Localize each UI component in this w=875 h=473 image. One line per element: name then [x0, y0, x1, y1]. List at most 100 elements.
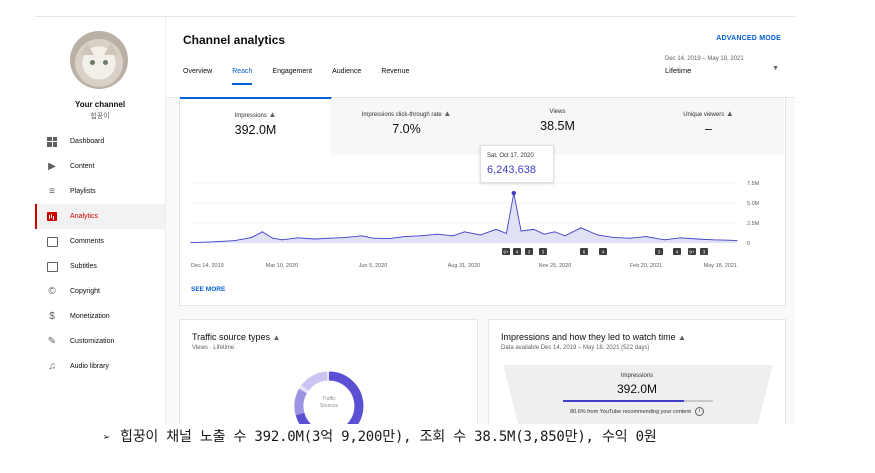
data-point — [213, 241, 215, 243]
sidebar-item-label: Playlists — [70, 188, 96, 195]
funnel-value: 392.0M — [616, 382, 658, 396]
data-point — [234, 240, 236, 242]
sidebar-item-subtitles[interactable]: Subtitles — [35, 254, 165, 279]
y-tick-label: 0 — [747, 241, 750, 247]
sidebar: Your channel 힙꿍이 Dashboard ▶ Content ≡ P… — [35, 17, 166, 424]
date-range-text[interactable]: Dec 14, 2019 – May 18, 2021 — [665, 56, 744, 62]
data-point — [388, 238, 390, 240]
y-tick-label: 2.5M — [747, 221, 760, 227]
period-selector[interactable]: Lifetime — [665, 66, 691, 75]
tooltip-value: 6,243,638 — [487, 164, 536, 176]
warning-icon: ▲ — [268, 110, 277, 119]
tab-bar: Overview Reach Engagement Audience Reven… — [183, 68, 429, 85]
sidebar-item-customization[interactable]: ✎ Customization — [35, 329, 165, 354]
data-point — [597, 234, 599, 236]
data-point — [712, 239, 714, 241]
chevron-down-icon[interactable]: ▼ — [772, 65, 779, 72]
sidebar-item-analytics[interactable]: Analytics — [35, 204, 165, 229]
x-tick-label: Mar 10, 2020 — [266, 263, 298, 269]
tab-reach[interactable]: Reach — [232, 68, 253, 85]
data-point — [479, 234, 481, 236]
data-point — [736, 240, 738, 242]
info-icon[interactable]: i — [694, 407, 704, 416]
x-tick-label: Feb 20, 2021 — [630, 263, 662, 269]
warning-icon: ▲ — [725, 109, 734, 118]
sidebar-item-copyright[interactable]: © Copyright — [35, 279, 165, 304]
main-panel: Channel analytics ADVANCED MODE Overview… — [166, 17, 795, 424]
y-tick-label: 7.5M — [747, 181, 760, 187]
sidebar-nav: Dashboard ▶ Content ≡ Playlists Analytic… — [35, 129, 165, 379]
channel-name: 힙꿍이 — [90, 113, 110, 120]
donut-label: Traffic — [322, 396, 336, 402]
donut-label: Sources — [320, 403, 339, 409]
sidebar-item-label: Comments — [70, 238, 104, 245]
traffic-source-card: Traffic source types ▲ Views · Lifetime … — [179, 319, 478, 424]
donut-slice-secondary — [294, 388, 308, 416]
tab-revenue[interactable]: Revenue — [381, 68, 409, 85]
x-tick-label: Aug 31, 2020 — [448, 263, 481, 269]
avatar-eye — [103, 60, 108, 65]
card-subtitle: Data available Dec 14, 2019 – May 18, 20… — [501, 345, 650, 351]
impressions-funnel-card: Impressions and how they led to watch ti… — [488, 319, 786, 424]
warning-icon: ▲ — [443, 109, 452, 118]
page-title: Channel analytics — [183, 33, 286, 47]
tooltip-date: Sat, Oct 17, 2020 — [487, 153, 534, 159]
metric-label: Unique viewers — [683, 112, 725, 118]
sidebar-item-content[interactable]: ▶ Content — [35, 154, 165, 179]
sidebar-item-label: Copyright — [70, 288, 100, 295]
subtitles-icon — [46, 261, 58, 273]
data-point — [345, 236, 347, 238]
data-point — [696, 238, 698, 240]
traffic-donut-chart[interactable]: Traffic Sources — [180, 320, 477, 424]
data-point — [629, 237, 631, 239]
data-point — [404, 236, 406, 238]
data-point — [361, 235, 363, 237]
sidebar-item-audio-library[interactable]: ♫ Audio library — [35, 354, 165, 379]
chart-area — [191, 193, 737, 243]
data-point — [511, 190, 516, 196]
data-point — [645, 236, 647, 238]
tab-engagement[interactable]: Engagement — [272, 68, 312, 85]
data-point — [543, 233, 545, 235]
data-point — [520, 230, 522, 232]
funnel-label: Impressions — [620, 373, 654, 379]
sidebar-item-label: Subtitles — [70, 263, 97, 270]
data-point — [554, 231, 556, 233]
tab-audience[interactable]: Audience — [332, 68, 361, 85]
event-marker-label: 9+ — [689, 250, 695, 255]
see-more-link[interactable]: SEE MORE — [191, 286, 225, 293]
data-point — [314, 238, 316, 240]
sidebar-item-dashboard[interactable]: Dashboard — [35, 129, 165, 154]
channel-avatar[interactable] — [70, 31, 128, 89]
metric-ctr[interactable]: Impressions click-through rate ▲ 7.0% — [331, 98, 483, 155]
playlists-icon: ≡ — [49, 186, 55, 197]
arrow-bullet-icon: ➢ — [103, 430, 111, 444]
avatar-eye — [90, 60, 95, 65]
sidebar-item-label: Customization — [70, 338, 115, 345]
avatar-ear — [80, 43, 94, 55]
sidebar-item-monetization[interactable]: $ Monetization — [35, 304, 165, 329]
data-point — [261, 231, 263, 233]
data-point — [580, 227, 582, 229]
header: Channel analytics ADVANCED MODE Overview… — [166, 17, 795, 98]
sidebar-item-playlists[interactable]: ≡ Playlists — [35, 179, 165, 204]
sidebar-item-comments[interactable]: Comments — [35, 229, 165, 254]
metric-label: Impressions — [234, 113, 267, 119]
x-tick-label: Nov 25, 2020 — [539, 263, 572, 269]
tab-overview[interactable]: Overview — [183, 68, 212, 85]
chart-tooltip: Sat, Oct 17, 2020 6,243,638 — [480, 145, 554, 183]
analytics-icon — [46, 211, 58, 223]
data-point — [452, 235, 454, 237]
metric-impressions[interactable]: Impressions ▲ 392.0M — [180, 97, 332, 156]
x-tick-label: Jun 5, 2020 — [359, 263, 388, 269]
data-point — [728, 239, 730, 241]
metric-unique-viewers[interactable]: Unique viewers ▲ – — [633, 98, 784, 155]
data-point — [612, 236, 614, 238]
youtube-studio-window: Your channel 힙꿍이 Dashboard ▶ Content ≡ P… — [35, 16, 795, 424]
data-point — [281, 239, 283, 241]
caption: ➢ 힙꿍이 채널 노출 수 392.0M(3억 9,200만), 조회 수 38.… — [103, 426, 657, 446]
data-point — [533, 228, 535, 230]
data-point — [564, 235, 566, 237]
metric-label: Impressions click-through rate — [361, 112, 442, 118]
advanced-mode-button[interactable]: ADVANCED MODE — [716, 35, 781, 42]
